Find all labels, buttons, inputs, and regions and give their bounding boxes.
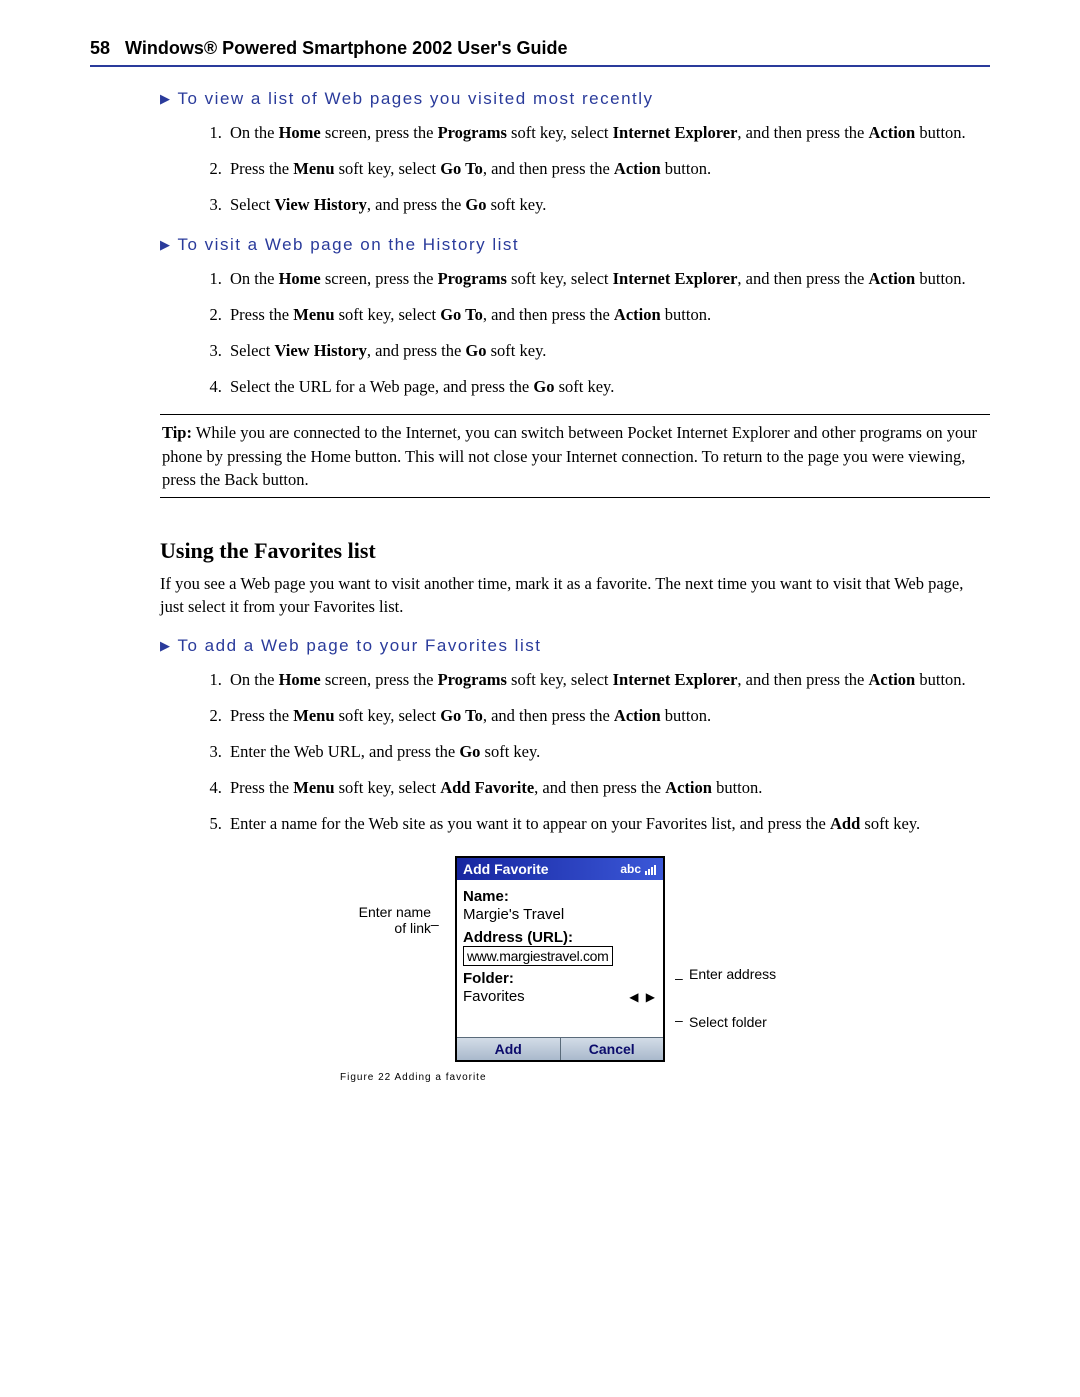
softkey-bar: Add Cancel	[457, 1037, 663, 1060]
step: Select View History, and press the Go so…	[226, 193, 990, 217]
signal-icon	[645, 863, 657, 875]
task-heading-view-history: ▶ To view a list of Web pages you visite…	[160, 89, 990, 109]
phone-screenshot: Add Favorite abc Name: Margie's Travel A…	[455, 856, 665, 1062]
steps-list-2: On the Home screen, press the Programs s…	[160, 267, 990, 399]
step: Press the Menu soft key, select Go To, a…	[226, 157, 990, 181]
step: On the Home screen, press the Programs s…	[226, 121, 990, 145]
url-label: Address (URL):	[463, 929, 657, 946]
arrow-right-icon: ▶	[160, 91, 172, 107]
input-mode-indicator: abc	[620, 862, 641, 876]
step: Press the Menu soft key, select Go To, a…	[226, 704, 990, 728]
callouts-left: Enter name of link	[341, 856, 431, 930]
folder-label: Folder:	[463, 970, 657, 987]
figure-caption: Figure 22 Adding a favorite	[340, 1072, 990, 1083]
phone-titlebar: Add Favorite abc	[457, 858, 663, 880]
callout-leaders-right: – –	[675, 856, 689, 1028]
task-heading-text: To add a Web page to your Favorites list	[178, 636, 542, 656]
step: On the Home screen, press the Programs s…	[226, 668, 990, 692]
step: Select the URL for a Web page, and press…	[226, 375, 990, 399]
step: Press the Menu soft key, select Go To, a…	[226, 303, 990, 327]
step: Press the Menu soft key, select Add Favo…	[226, 776, 990, 800]
folder-field[interactable]: Favorites	[463, 987, 525, 1007]
steps-list-3: On the Home screen, press the Programs s…	[160, 668, 990, 836]
steps-list-1: On the Home screen, press the Programs s…	[160, 121, 990, 217]
window-title: Add Favorite	[463, 861, 549, 877]
page-number: 58	[90, 38, 110, 58]
folder-spinner-arrows-icon[interactable]: ◀ ▶	[629, 990, 657, 1004]
callout-leader-left: –	[431, 856, 445, 932]
arrow-right-icon: ▶	[160, 237, 172, 253]
callouts-right: Enter address Select folder	[689, 856, 809, 1040]
step: Enter a name for the Web site as you wan…	[226, 812, 990, 836]
callout-select-folder: Select folder	[689, 1014, 809, 1040]
softkey-cancel-button[interactable]: Cancel	[561, 1038, 664, 1060]
step: On the Home screen, press the Programs s…	[226, 267, 990, 291]
subsection-heading-favorites: Using the Favorites list	[160, 538, 990, 564]
softkey-add-button[interactable]: Add	[457, 1038, 561, 1060]
arrow-right-icon: ▶	[160, 638, 172, 654]
favorites-intro: If you see a Web page you want to visit …	[160, 572, 990, 618]
figure-add-favorite: Enter name of link – Add Favorite abc	[160, 856, 990, 1062]
task-heading-text: To visit a Web page on the History list	[178, 235, 520, 255]
step: Select View History, and press the Go so…	[226, 339, 990, 363]
doc-title: Windows® Powered Smartphone 2002 User's …	[125, 38, 568, 58]
tip-text: While you are connected to the Internet,…	[162, 423, 977, 488]
tip-label: Tip:	[162, 423, 192, 442]
callout-enter-address: Enter address	[689, 966, 809, 992]
callout-enter-name: Enter name of link	[341, 904, 431, 930]
task-heading-visit-history: ▶ To visit a Web page on the History lis…	[160, 235, 990, 255]
tip-callout: Tip: While you are connected to the Inte…	[160, 414, 990, 497]
name-label: Name:	[463, 888, 657, 905]
task-heading-add-favorite: ▶ To add a Web page to your Favorites li…	[160, 636, 990, 656]
step: Enter the Web URL, and press the Go soft…	[226, 740, 990, 764]
running-header: 58 Windows® Powered Smartphone 2002 User…	[90, 38, 990, 67]
name-field[interactable]: Margie's Travel	[463, 905, 657, 925]
task-heading-text: To view a list of Web pages you visited …	[178, 89, 654, 109]
url-field[interactable]: www.margiestravel.com	[463, 946, 613, 966]
